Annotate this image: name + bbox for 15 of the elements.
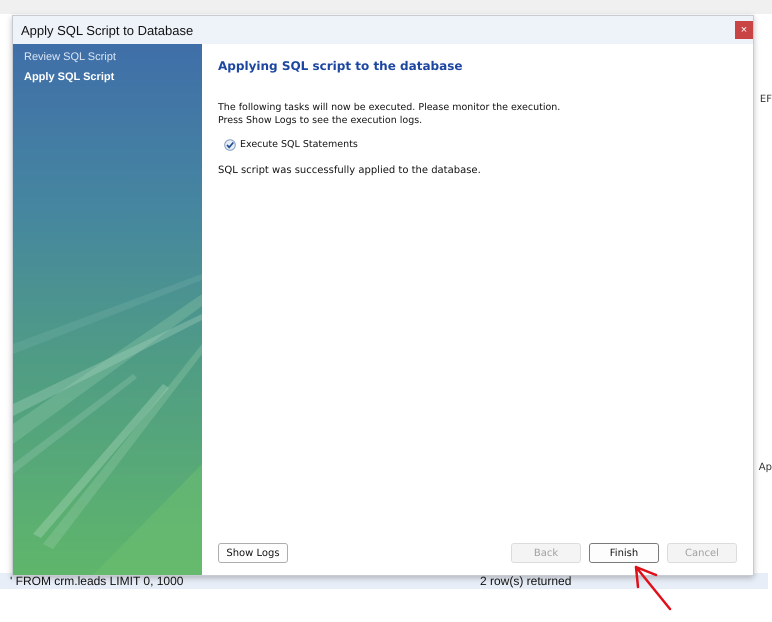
page-heading: Applying SQL script to the database [218, 59, 464, 73]
result-message: SQL script was successfully applied to the database. [218, 165, 482, 176]
window-title: Apply SQL Script to Database [21, 22, 194, 38]
query-text: ' FROM crm.leads LIMIT 0, 1000 [9, 574, 184, 588]
wizard-step: Review SQL Script [24, 51, 202, 63]
background-text: EF [760, 94, 772, 105]
instruction-text: Press Show Logs to see the execution logs. [218, 114, 424, 127]
result-text: 2 row(s) returned [479, 574, 572, 588]
close-button[interactable]: × [735, 21, 753, 39]
instruction-text: The following tasks will now be executed. Please monitor the execution. [218, 101, 562, 114]
dialog-button[interactable]: Show Logs [218, 543, 288, 563]
task-label: Execute SQL Statements [240, 138, 358, 151]
background-text: Ap [758, 462, 772, 473]
wizard-step: Apply SQL Script [24, 71, 202, 83]
dialog-button[interactable]: Finish [589, 543, 659, 563]
